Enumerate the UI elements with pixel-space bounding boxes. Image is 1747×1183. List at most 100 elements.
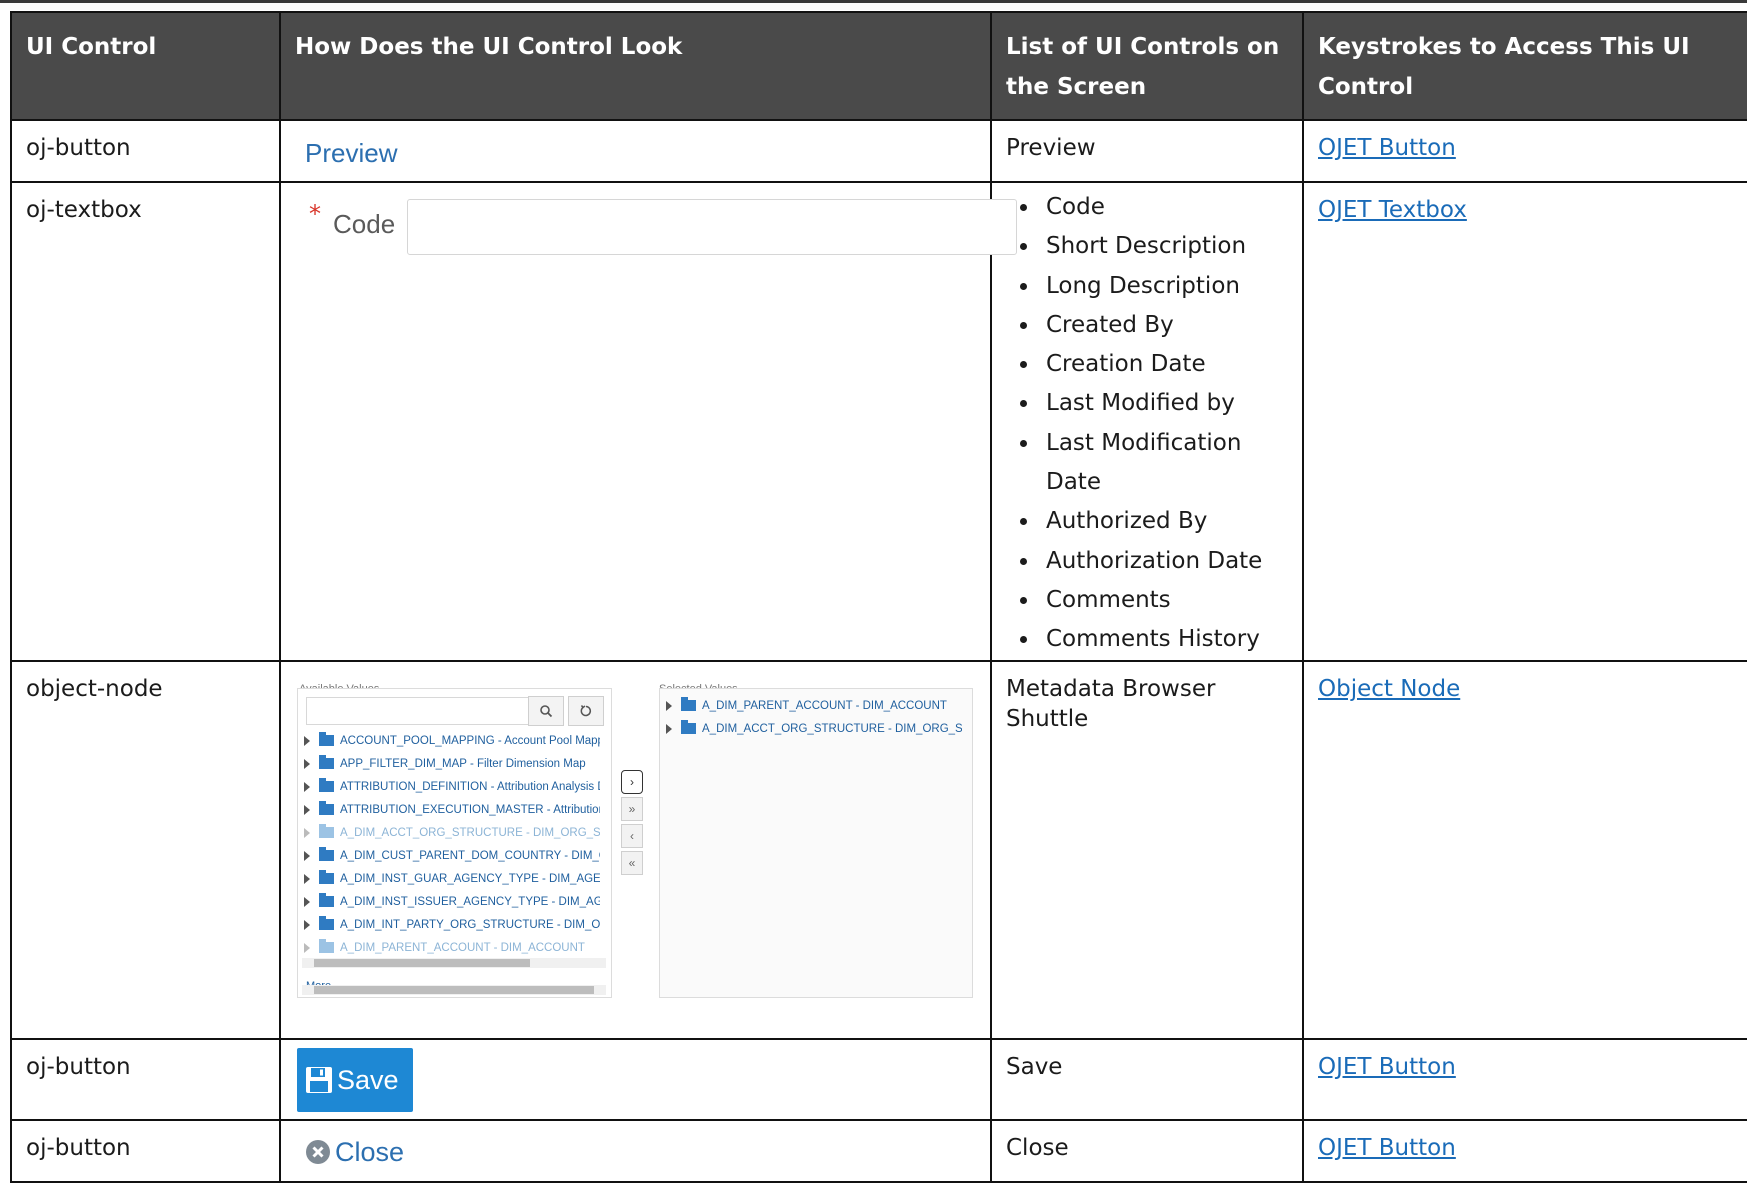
preview-button[interactable]: Preview (305, 138, 397, 168)
look-cell: Close (279, 1118, 992, 1183)
expand-arrow-icon[interactable] (304, 873, 310, 884)
ojet-textbox-link[interactable]: OJET Textbox (1318, 197, 1467, 223)
expand-arrow-icon[interactable] (304, 781, 310, 792)
expand-arrow-icon[interactable] (666, 700, 672, 711)
tree-node[interactable]: A_DIM_CUST_PARENT_DOM_COUNTRY - DIM_COUN… (304, 841, 600, 863)
keystroke-cell: OJET Button (1302, 119, 1747, 183)
control-name: oj-textbox (10, 181, 281, 662)
code-input[interactable] (407, 199, 1017, 255)
move-left-button[interactable]: ‹ (621, 823, 643, 848)
list-item: Short Description (1040, 227, 1288, 266)
metadata-shuttle: Available Values Selected Values ACCOUNT… (297, 668, 1057, 1038)
folder-icon (319, 893, 334, 908)
available-inner-scrollbar[interactable] (302, 957, 606, 968)
scroll-thumb[interactable] (314, 985, 594, 994)
expand-arrow-icon[interactable] (304, 942, 310, 953)
look-cell: * Code (279, 181, 1017, 662)
folder-icon (319, 916, 334, 931)
expand-arrow-icon[interactable] (304, 850, 310, 861)
header-ui-control: UI Control (10, 11, 281, 121)
close-button[interactable]: Close (305, 1137, 404, 1167)
tree-node-label: A_DIM_ACCT_ORG_STRUCTURE - DIM_ORG_STRUC… (702, 722, 962, 735)
tree-node-label: A_DIM_PARENT_ACCOUNT - DIM_ACCOUNT (340, 941, 585, 954)
required-star-icon: * (309, 200, 321, 228)
tree-node[interactable]: ATTRIBUTION_DEFINITION - Attribution Ana… (304, 772, 600, 794)
ui-controls-table: UI Control How Does the UI Control Look … (10, 11, 1747, 1183)
available-search-input[interactable] (306, 696, 546, 725)
controls-bullet-list: CodeShort DescriptionLong DescriptionCre… (1006, 188, 1288, 660)
scroll-thumb[interactable] (314, 958, 530, 967)
tree-node[interactable]: A_DIM_PARENT_ACCOUNT - DIM_ACCOUNT (304, 933, 600, 955)
tree-node[interactable]: A_DIM_ACCT_ORG_STRUCTURE - DIM_ORG_STRUC… (666, 714, 962, 736)
save-label: Save (337, 1064, 399, 1095)
tree-node[interactable]: ACCOUNT_POOL_MAPPING - Account Pool Mapp… (304, 726, 600, 748)
top-rule (0, 0, 1747, 3)
header-list: List of UI Controls on the Screen (990, 11, 1304, 121)
code-label: Code (333, 209, 396, 239)
control-name: object-node (10, 659, 281, 1040)
available-outer-scrollbar[interactable] (302, 984, 606, 995)
tree-node-label: A_DIM_INST_ISSUER_AGENCY_TYPE - DIM_AGEN… (340, 895, 600, 908)
look-cell: Preview (279, 119, 992, 183)
control-name: oj-button (10, 1118, 281, 1183)
keystroke-cell: OJET Textbox (1302, 181, 1747, 662)
tree-node[interactable]: ATTRIBUTION_EXECUTION_MASTER - Attributi… (304, 795, 600, 817)
controls-list: Preview (990, 119, 1304, 183)
controls-list: Save (990, 1037, 1304, 1121)
expand-arrow-icon[interactable] (304, 735, 310, 746)
control-name: oj-button (10, 119, 281, 183)
reset-icon (580, 704, 592, 716)
tree-node-label: A_DIM_INT_PARTY_ORG_STRUCTURE - DIM_ORG_… (340, 918, 600, 931)
list-item: Last Modification Date (1040, 424, 1288, 503)
list-item: Long Description (1040, 267, 1288, 306)
search-button[interactable] (528, 695, 564, 726)
list-item: Created By (1040, 306, 1288, 345)
ojet-button-link[interactable]: OJET Button (1318, 1054, 1456, 1080)
folder-icon (681, 720, 696, 735)
save-icon (306, 1066, 332, 1093)
folder-icon (319, 801, 334, 816)
tree-node[interactable]: A_DIM_INT_PARTY_ORG_STRUCTURE - DIM_ORG_… (304, 910, 600, 932)
expand-arrow-icon[interactable] (304, 919, 310, 930)
tree-node[interactable]: A_DIM_PARENT_ACCOUNT - DIM_ACCOUNT (666, 691, 962, 713)
available-panel: ACCOUNT_POOL_MAPPING - Account Pool Mapp… (297, 687, 612, 998)
controls-list: Close (990, 1118, 1304, 1183)
tree-node[interactable]: APP_FILTER_DIM_MAP - Filter Dimension Ma… (304, 749, 600, 771)
save-button[interactable]: Save (297, 1047, 413, 1112)
list-item: Last Modified by (1040, 384, 1288, 423)
list-item: Authorization Date (1040, 542, 1288, 581)
keystroke-cell: Object Node (1302, 659, 1747, 1040)
close-icon (306, 1139, 330, 1164)
move-right-button[interactable]: › (621, 769, 643, 794)
look-cell: Available Values Selected Values ACCOUNT… (279, 659, 992, 1040)
ojet-button-link[interactable]: OJET Button (1318, 1135, 1456, 1161)
search-icon (540, 704, 553, 717)
header-keystrokes: Keystrokes to Access This UI Control (1302, 11, 1747, 121)
tree-node-label: A_DIM_CUST_PARENT_DOM_COUNTRY - DIM_COUN… (340, 849, 600, 862)
move-all-right-button[interactable]: » (621, 796, 643, 821)
reset-button[interactable] (568, 695, 604, 726)
ojet-button-link[interactable]: OJET Button (1318, 135, 1456, 161)
tree-node-label: A_DIM_INST_GUAR_AGENCY_TYPE - DIM_AGENCY… (340, 872, 600, 885)
close-label: Close (335, 1136, 405, 1167)
list-item: Creation Date (1040, 345, 1288, 384)
tree-node-label: ACCOUNT_POOL_MAPPING - Account Pool Mapp… (340, 734, 600, 747)
control-name: oj-button (10, 1037, 281, 1121)
selected-panel: A_DIM_PARENT_ACCOUNT - DIM_ACCOUNT A_DIM_… (659, 687, 973, 998)
expand-arrow-icon[interactable] (304, 758, 310, 769)
list-item: Comments History (1040, 620, 1288, 659)
header-row: UI Control How Does the UI Control Look … (10, 11, 1747, 121)
expand-arrow-icon[interactable] (304, 827, 310, 838)
tree-node[interactable]: A_DIM_INST_ISSUER_AGENCY_TYPE - DIM_AGEN… (304, 887, 600, 909)
expand-arrow-icon[interactable] (304, 804, 310, 815)
tree-node-label: A_DIM_ACCT_ORG_STRUCTURE - DIM_ORG_STRUC… (340, 826, 600, 839)
move-all-left-button[interactable]: « (621, 850, 643, 875)
expand-arrow-icon[interactable] (304, 896, 310, 907)
list-item: Authorized By (1040, 502, 1288, 541)
table-row: oj-button Save Save OJET Button (10, 1037, 1747, 1121)
tree-node[interactable]: A_DIM_INST_GUAR_AGENCY_TYPE - DIM_AGENCY… (304, 864, 600, 886)
object-node-link[interactable]: Object Node (1318, 676, 1460, 702)
expand-arrow-icon[interactable] (666, 723, 672, 734)
folder-icon (319, 732, 334, 747)
tree-node[interactable]: A_DIM_ACCT_ORG_STRUCTURE - DIM_ORG_STRUC… (304, 818, 600, 840)
